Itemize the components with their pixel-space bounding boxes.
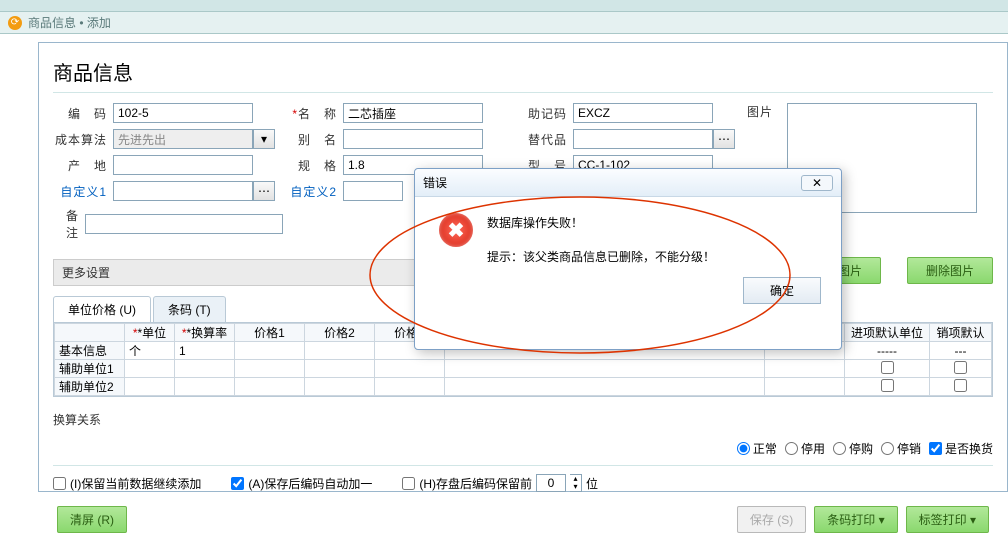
delete-picture-button[interactable]: 删除图片 (907, 257, 993, 284)
spec-label: 规 格 (283, 157, 343, 174)
cost-combo-input (113, 129, 253, 149)
dialog-ok-button[interactable]: 确定 (743, 277, 821, 304)
dialog-close-button[interactable]: ✕ (801, 175, 833, 191)
table-row: 辅助单位1 (55, 360, 992, 378)
in-default-checkbox[interactable] (881, 379, 894, 392)
page-title: 商品信息 (53, 53, 993, 93)
code-label: 编 码 (53, 105, 113, 122)
subst-lookup-button[interactable]: ⋯ (713, 129, 735, 149)
app-icon: ⟳ (8, 16, 22, 30)
in-default-checkbox[interactable] (881, 361, 894, 374)
tab-barcode[interactable]: 条码 (T) (153, 296, 226, 322)
title-tab-label: 商品信息 • 添加 (28, 14, 111, 31)
grid-header-unit: **单位 (125, 324, 175, 342)
subst-input[interactable] (573, 129, 713, 149)
cost-combo-dropdown[interactable]: ▾ (253, 129, 275, 149)
grid-header-blank (55, 324, 125, 342)
window-title-tab: ⟳ 商品信息 • 添加 (0, 12, 1008, 34)
origin-label: 产 地 (53, 157, 113, 174)
name-input[interactable] (343, 103, 483, 123)
pic-label: 图片 (739, 103, 779, 120)
cust1-label[interactable]: 自定义1 (53, 183, 113, 200)
cust1-input[interactable] (113, 181, 253, 201)
dialog-message: 数据库操作失败！ 提示：该父类商品信息已删除，不能分级！ (487, 213, 715, 267)
grid-header-in-default: 进项默认单位 (845, 324, 930, 342)
mnem-input[interactable] (573, 103, 713, 123)
status-normal[interactable]: 正常 (737, 440, 777, 457)
cust1-lookup-button[interactable]: ⋯ (253, 181, 275, 201)
label-print-button[interactable]: 标签打印 (906, 506, 989, 533)
cust2-input[interactable] (343, 181, 403, 201)
status-exchange[interactable]: 是否换货 (929, 440, 993, 457)
name-label: *名 称 (283, 105, 343, 122)
code-input[interactable] (113, 103, 253, 123)
status-nobuy[interactable]: 停购 (833, 440, 873, 457)
stock-prefix-spin[interactable] (536, 474, 566, 492)
save-button: 保存 (S) (737, 506, 806, 533)
note-label: 备 注 (53, 207, 85, 241)
subst-label: 替代品 (513, 131, 573, 148)
alias-label: 别 名 (283, 131, 343, 148)
out-default-checkbox[interactable] (954, 379, 967, 392)
opt-auto-inc[interactable]: (A)保存后编码自动加一 (231, 475, 372, 492)
dialog-title: 错误 (423, 174, 447, 191)
origin-input[interactable] (113, 155, 253, 175)
out-default-checkbox[interactable] (954, 361, 967, 374)
status-nosell[interactable]: 停销 (881, 440, 921, 457)
grid-header-p2: 价格2 (305, 324, 375, 342)
status-stop[interactable]: 停用 (785, 440, 825, 457)
grid-header-p1: 价格1 (235, 324, 305, 342)
opt-stock-keep[interactable]: (H)存盘后编码保留前 ▴▾ 位 (402, 474, 598, 492)
mnem-label: 助记码 (513, 105, 573, 122)
barcode-print-button[interactable]: 条码打印 (814, 506, 897, 533)
convert-relation-label: 换算关系 (53, 411, 993, 428)
cust2-label[interactable]: 自定义2 (283, 183, 343, 200)
table-row: 辅助单位2 (55, 378, 992, 396)
error-dialog: 错误 ✕ ✖ 数据库操作失败！ 提示：该父类商品信息已删除，不能分级！ 确定 (414, 168, 842, 350)
tab-unit-price[interactable]: 单位价格 (U) (53, 296, 151, 322)
cost-label: 成本算法 (53, 131, 113, 148)
note-input[interactable] (85, 214, 283, 234)
opt-keep-data[interactable]: (I)保留当前数据继续添加 (53, 475, 201, 492)
error-icon: ✖ (439, 213, 473, 247)
grid-header-rate: **换算率 (175, 324, 235, 342)
grid-header-out-default: 销项默认 (930, 324, 992, 342)
clear-button[interactable]: 清屏 (R) (57, 506, 127, 533)
alias-input[interactable] (343, 129, 483, 149)
